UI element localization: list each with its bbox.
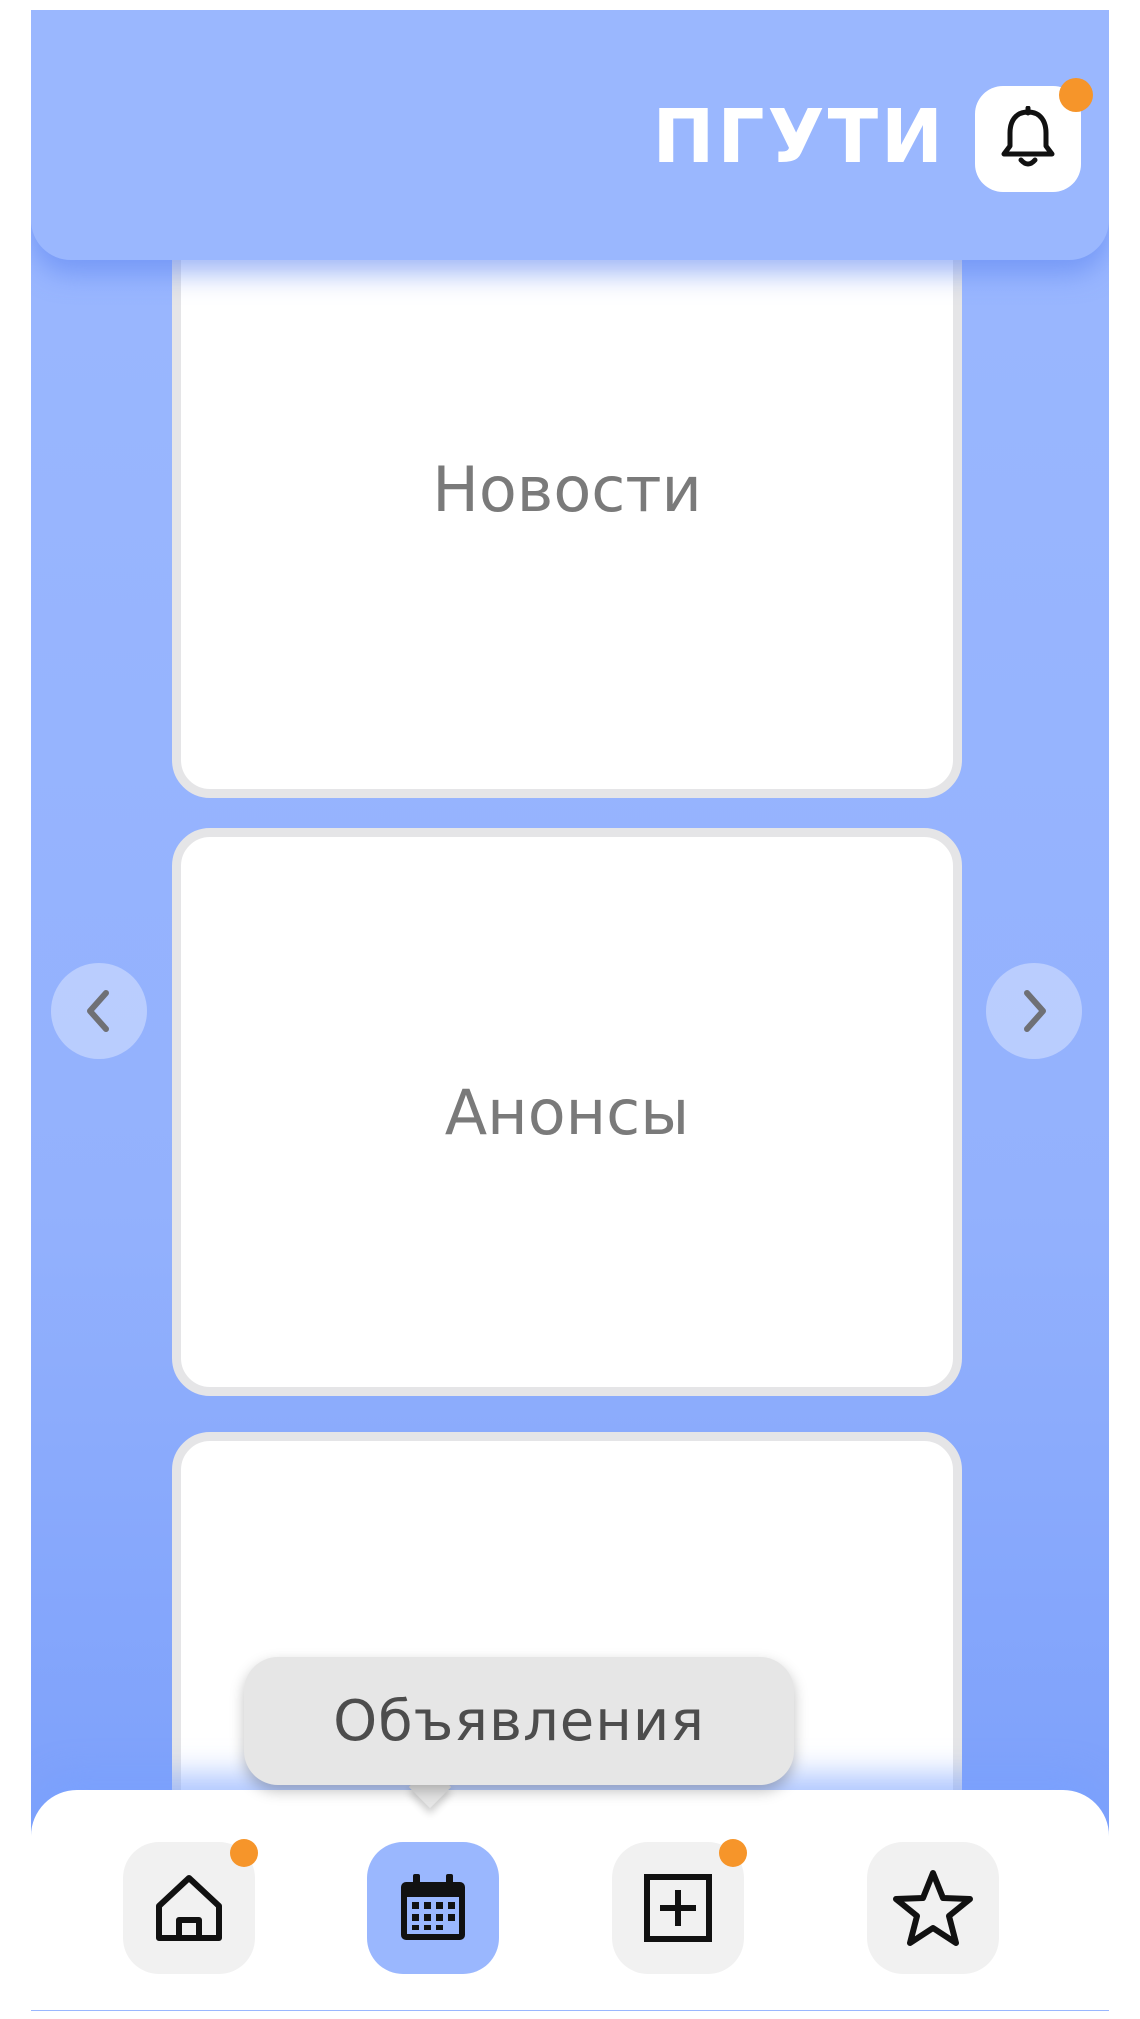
tooltip-label: Объявления — [333, 1688, 705, 1754]
nav-home-button[interactable] — [123, 1839, 258, 1974]
card-label: Новости — [432, 452, 702, 526]
calendar-icon — [401, 1874, 465, 1940]
carousel-prev-button[interactable] — [51, 963, 147, 1059]
nav-calendar-button[interactable] — [367, 1842, 499, 1974]
nav-tooltip: Объявления — [244, 1657, 794, 1785]
carousel-next-button[interactable] — [986, 963, 1082, 1059]
star-icon — [893, 1870, 973, 1946]
home-badge — [230, 1839, 258, 1867]
notifications-button[interactable] — [975, 78, 1093, 192]
header: ПГУТИ — [31, 10, 1109, 260]
nav-add-button[interactable] — [612, 1839, 747, 1974]
brand-title: ПГУТИ — [652, 94, 946, 180]
app-screen: ПГУТИ Новости Анонсы Объявления — [31, 10, 1109, 2010]
nav-favorites-button[interactable] — [867, 1842, 999, 1974]
add-badge — [719, 1839, 747, 1867]
plus-square-icon — [644, 1874, 712, 1942]
card-news[interactable]: Новости — [172, 180, 962, 798]
bell-icon — [1001, 106, 1055, 167]
chevron-right-icon — [1024, 990, 1046, 1032]
notification-badge — [1059, 78, 1093, 112]
card-announcements[interactable]: Анонсы — [172, 828, 962, 1396]
home-icon — [156, 1875, 222, 1941]
bottom-navigation — [31, 1790, 1109, 2010]
card-label: Анонсы — [444, 1075, 690, 1149]
chevron-left-icon — [87, 990, 109, 1032]
